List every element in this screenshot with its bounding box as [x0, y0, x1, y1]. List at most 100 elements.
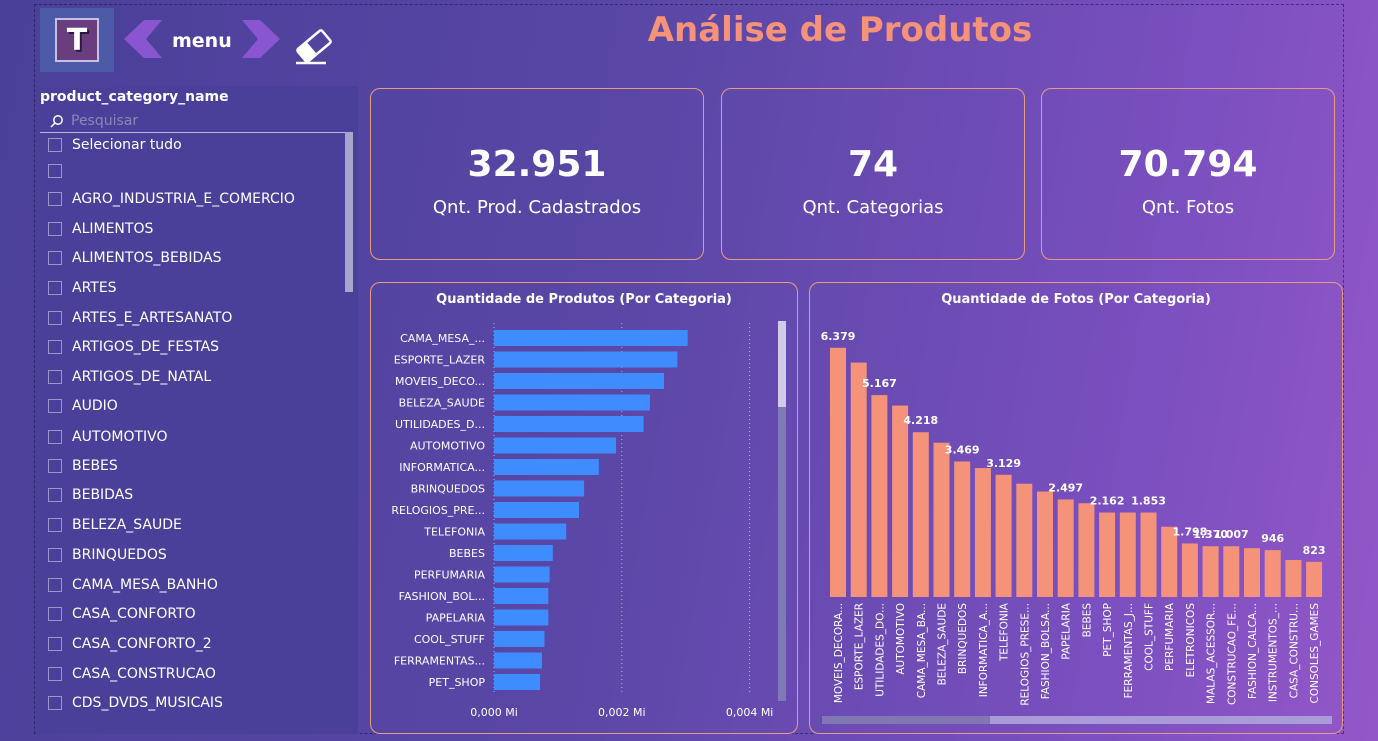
bar[interactable]	[494, 674, 541, 690]
bar[interactable]	[892, 405, 909, 597]
slicer-item[interactable]: BEBIDAS	[48, 484, 338, 506]
bar[interactable]	[494, 437, 617, 454]
data-label: 6.379	[821, 330, 856, 343]
bar[interactable]	[1285, 560, 1302, 597]
slicer-item[interactable]: ALIMENTOS	[48, 218, 338, 240]
bar[interactable]	[494, 459, 599, 475]
slicer-item[interactable]: ARTES_E_ARTESANATO	[48, 307, 338, 329]
chart-scrollbar-thumb[interactable]	[778, 321, 786, 407]
bar[interactable]	[494, 631, 545, 647]
checkbox[interactable]	[48, 459, 62, 473]
bar[interactable]	[954, 461, 971, 597]
data-label: 823	[1303, 544, 1326, 557]
slicer-item[interactable]: BELEZA_SAUDE	[48, 514, 338, 536]
checkbox[interactable]	[48, 311, 62, 325]
checkbox[interactable]	[48, 399, 62, 413]
bar[interactable]	[933, 442, 950, 597]
checkbox[interactable]	[48, 667, 62, 681]
slicer-item[interactable]: Selecionar tudo	[48, 134, 338, 156]
bar[interactable]	[1037, 491, 1053, 597]
bar[interactable]	[974, 468, 991, 597]
slicer-item-label: CAMA_MESA_BANHO	[72, 577, 218, 593]
slicer-item[interactable]: ARTES	[48, 277, 338, 299]
bar[interactable]	[830, 347, 846, 597]
checkbox[interactable]	[48, 696, 62, 710]
bar[interactable]	[494, 351, 678, 368]
bar[interactable]	[494, 609, 549, 626]
bar[interactable]	[494, 330, 688, 346]
kpi-label: Qnt. Fotos	[1141, 197, 1235, 218]
slicer-item[interactable]: AUDIO	[48, 395, 338, 417]
slicer-item[interactable]: ARTIGOS_DE_NATAL	[48, 366, 338, 388]
checkbox[interactable]	[48, 138, 62, 152]
bar[interactable]	[1202, 546, 1219, 597]
slicer-item[interactable]: CASA_CONSTRUCAO	[48, 663, 338, 685]
eraser-icon[interactable]	[292, 26, 336, 66]
page-title: Análise de Produtos	[647, 10, 1033, 50]
bar[interactable]	[1264, 550, 1281, 597]
slicer-scrollbar[interactable]	[345, 132, 353, 292]
slicer-item[interactable]: CASA_CONFORTO	[48, 603, 338, 625]
checkbox[interactable]	[48, 548, 62, 562]
bar[interactable]	[995, 474, 1012, 597]
bar[interactable]	[494, 416, 644, 432]
checkbox[interactable]	[48, 192, 62, 206]
checkbox[interactable]	[48, 430, 62, 444]
slicer-item-label: BELEZA_SAUDE	[72, 517, 182, 533]
bar[interactable]	[1119, 512, 1136, 597]
chart-hscrollbar-thumb[interactable]	[822, 716, 990, 724]
category-label: FASHION_BOLSA...	[1040, 603, 1052, 699]
slicer-item[interactable]: AUTOMOTIVO	[48, 426, 338, 448]
menu-navigation[interactable]: menu	[124, 20, 280, 60]
checkbox[interactable]	[48, 607, 62, 621]
checkbox[interactable]	[48, 251, 62, 265]
bar[interactable]	[494, 545, 553, 561]
bar[interactable]	[1140, 512, 1157, 597]
slicer-item[interactable]	[48, 160, 338, 182]
bar[interactable]	[1016, 483, 1033, 597]
category-label: BRINQUEDOS	[411, 483, 485, 496]
checkbox[interactable]	[48, 281, 62, 295]
bar[interactable]	[494, 588, 549, 604]
logo-letter: T	[55, 18, 99, 62]
slicer-item[interactable]: AGRO_INDUSTRIA_E_COMERCIO	[48, 188, 338, 210]
checkbox[interactable]	[48, 164, 62, 178]
bar[interactable]	[494, 373, 664, 389]
category-label: BEBES	[1081, 603, 1093, 638]
category-label: ELETRONICOS	[1185, 603, 1197, 678]
category-label: ESPORTE_LAZER	[854, 603, 866, 690]
checkbox[interactable]	[48, 222, 62, 236]
bar[interactable]	[1244, 548, 1260, 597]
bar[interactable]	[494, 502, 579, 518]
checkbox[interactable]	[48, 488, 62, 502]
bar[interactable]	[494, 480, 585, 497]
slicer-item[interactable]: BEBES	[48, 455, 338, 477]
slicer-item[interactable]: BRINQUEDOS	[48, 544, 338, 566]
slicer-item[interactable]: ARTIGOS_DE_FESTAS	[48, 336, 338, 358]
checkbox[interactable]	[48, 340, 62, 354]
checkbox[interactable]	[48, 637, 62, 651]
checkbox[interactable]	[48, 370, 62, 384]
checkbox[interactable]	[48, 578, 62, 592]
slicer-item[interactable]: CDS_DVDS_MUSICAIS	[48, 692, 338, 714]
bar[interactable]	[1181, 543, 1198, 597]
bar[interactable]	[1099, 512, 1116, 597]
slicer-item[interactable]: CAMA_MESA_BANHO	[48, 574, 338, 596]
bar[interactable]	[1078, 503, 1095, 597]
slicer-item[interactable]: CASA_CONFORTO_2	[48, 633, 338, 655]
bar[interactable]	[494, 523, 567, 540]
bar[interactable]	[850, 362, 867, 597]
bar[interactable]	[871, 395, 888, 597]
slicer-item[interactable]: ALIMENTOS_BEBIDAS	[48, 247, 338, 269]
bar[interactable]	[1306, 561, 1323, 597]
bar[interactable]	[494, 652, 542, 669]
bar[interactable]	[1057, 499, 1074, 597]
bar[interactable]	[494, 394, 650, 411]
checkbox[interactable]	[48, 518, 62, 532]
bar[interactable]	[912, 432, 929, 597]
category-label: ESPORTE_LAZER	[394, 354, 486, 367]
bar[interactable]	[1223, 546, 1240, 597]
bar[interactable]	[494, 566, 550, 583]
category-label: PET_SHOP	[1102, 603, 1114, 657]
search-input[interactable]: Pesquisar	[40, 112, 352, 133]
